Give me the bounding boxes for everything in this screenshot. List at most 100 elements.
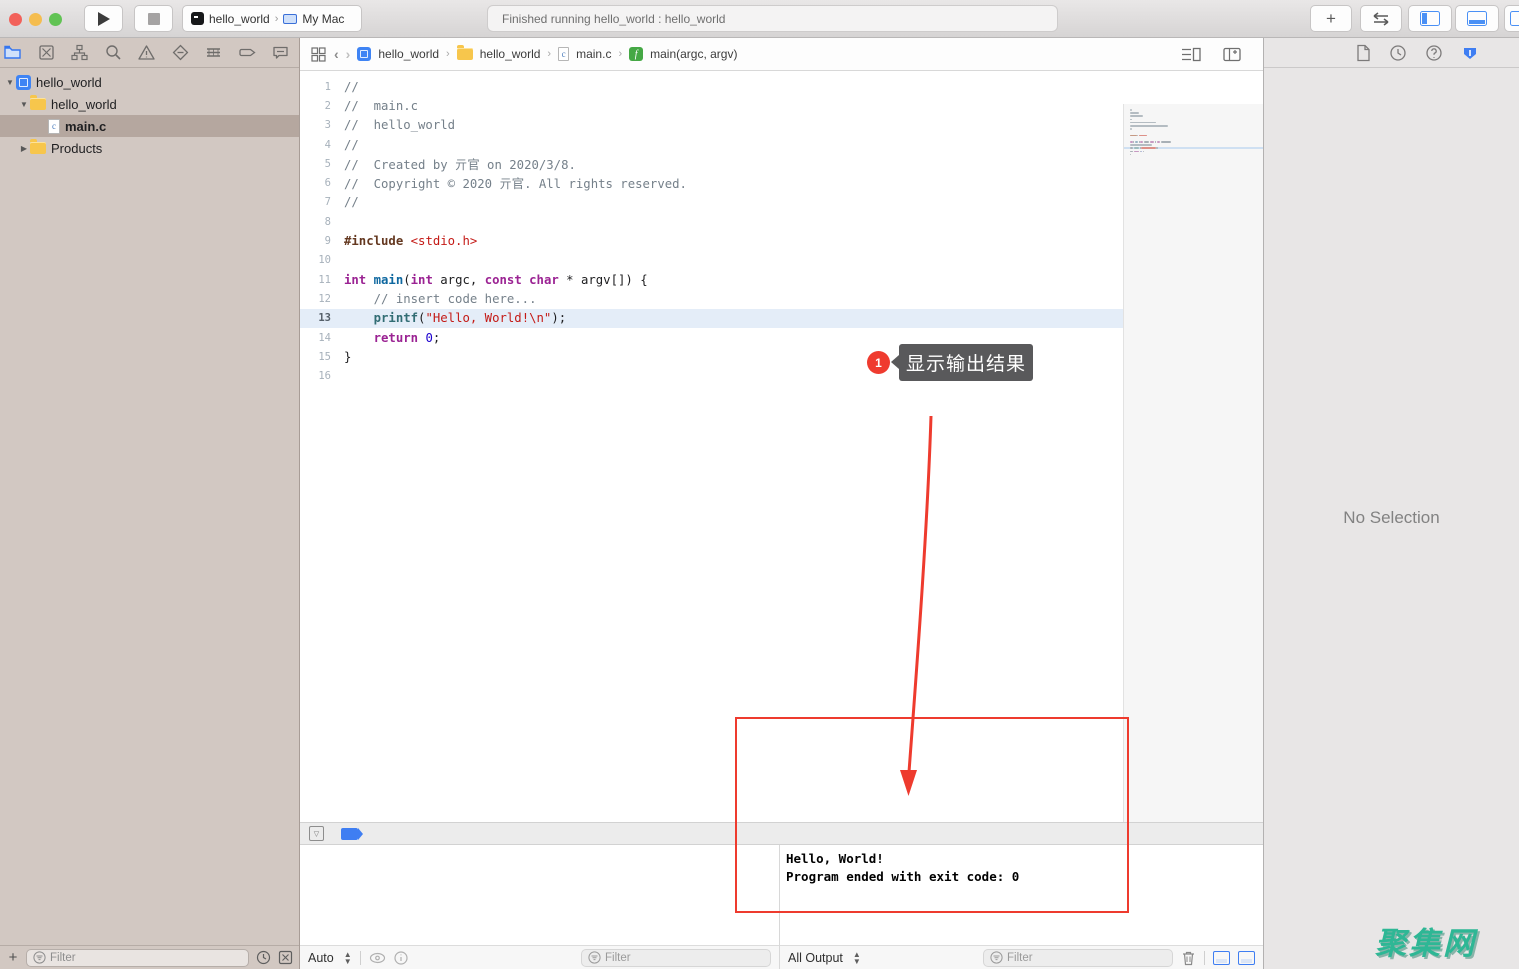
plus-icon: + <box>1326 9 1336 29</box>
recent-files-filter-button[interactable] <box>255 950 271 966</box>
stop-icon <box>148 13 160 25</box>
watermark: 聚集网 <box>1375 918 1477 963</box>
dropdown-arrows-icon: ▲▼ <box>344 951 352 965</box>
status-text: Finished running hello_world : hello_wor… <box>502 12 725 26</box>
go-back-button[interactable]: ‹ <box>334 46 339 62</box>
selected-inspector-tab[interactable] <box>1461 44 1479 62</box>
toggle-debug-area-button[interactable] <box>1455 5 1499 32</box>
hierarchy-icon <box>70 43 89 62</box>
line-number[interactable]: 2 <box>300 100 344 112</box>
symbol-navigator-tab[interactable] <box>70 43 89 62</box>
related-items-icon[interactable] <box>310 46 327 63</box>
history-inspector-tab[interactable] <box>1389 44 1407 62</box>
debug-navigator-tab[interactable] <box>204 43 223 62</box>
line-number[interactable]: 16 <box>300 370 344 382</box>
file-inspector-tab[interactable] <box>1356 44 1371 62</box>
line-number[interactable]: 7 <box>300 196 344 208</box>
console-view[interactable]: Hello, World!Program ended with exit cod… <box>780 845 1263 969</box>
line-number[interactable]: 13 <box>300 312 344 324</box>
navigator-filter-bar: + Filter <box>0 945 299 969</box>
variables-scope-dropdown[interactable]: Auto <box>308 951 334 965</box>
folder-icon <box>457 48 473 60</box>
breadcrumb-symbol[interactable]: main(argc, argv) <box>650 47 737 61</box>
add-editor-icon[interactable] <box>1223 47 1241 62</box>
code-line: 2// main.c <box>300 96 1263 115</box>
line-number[interactable]: 8 <box>300 216 344 228</box>
trash-icon[interactable] <box>1181 950 1196 966</box>
console-output: Hello, World!Program ended with exit cod… <box>786 850 1019 885</box>
breadcrumb-file[interactable]: main.c <box>576 47 611 61</box>
project-icon <box>357 47 371 61</box>
toggle-variables-view-button[interactable] <box>1213 951 1230 965</box>
breakpoint-navigator-tab[interactable] <box>238 43 257 62</box>
folder-icon <box>30 98 46 110</box>
breadcrumb-project[interactable]: hello_world <box>378 47 439 61</box>
minimap[interactable] <box>1123 104 1263 822</box>
tree-row-products[interactable]: ▶ Products <box>0 137 299 159</box>
run-button[interactable] <box>84 5 123 32</box>
line-number[interactable]: 15 <box>300 351 344 363</box>
toggle-console-view-button[interactable] <box>1238 951 1255 965</box>
find-navigator-tab[interactable] <box>104 43 123 62</box>
info-icon[interactable] <box>394 951 408 965</box>
line-number[interactable]: 1 <box>300 81 344 93</box>
diamond-icon <box>171 43 190 62</box>
source-control-filter-button[interactable] <box>277 950 293 966</box>
play-icon <box>98 12 110 26</box>
add-file-button[interactable]: + <box>6 949 20 966</box>
line-number[interactable]: 12 <box>300 293 344 305</box>
scheme-selector[interactable]: hello_world › My Mac <box>182 5 362 32</box>
stop-button[interactable] <box>134 5 173 32</box>
quick-help-inspector-tab[interactable] <box>1425 44 1443 62</box>
tree-row-file-selected[interactable]: c main.c <box>0 115 299 137</box>
breakpoints-toggle-button[interactable] <box>341 828 358 840</box>
toggle-navigator-button[interactable] <box>1408 5 1452 32</box>
source-control-navigator-tab[interactable] <box>37 43 56 62</box>
code-line: 13 printf("Hello, World!\n"); <box>300 309 1263 328</box>
editor-swap-button[interactable] <box>1360 5 1402 32</box>
line-number[interactable]: 6 <box>300 177 344 189</box>
navigator-filter-input[interactable]: Filter <box>26 949 249 967</box>
minimize-window-button[interactable] <box>29 13 42 26</box>
line-number[interactable]: 3 <box>300 119 344 131</box>
tree-row-group[interactable]: ▼ hello_world <box>0 93 299 115</box>
go-forward-button[interactable]: › <box>346 46 351 62</box>
library-add-button[interactable]: + <box>1310 5 1352 32</box>
project-navigator-tab[interactable] <box>3 43 22 62</box>
line-number[interactable]: 11 <box>300 274 344 286</box>
zoom-window-button[interactable] <box>49 13 62 26</box>
code-line: 12 // insert code here... <box>300 289 1263 308</box>
code-line: 4// <box>300 135 1263 154</box>
line-number[interactable]: 10 <box>300 254 344 266</box>
variables-view-bar: Auto ▲▼ Filter <box>300 945 779 969</box>
disclosure-open-icon[interactable]: ▼ <box>4 78 16 87</box>
breadcrumb-group[interactable]: hello_world <box>480 47 541 61</box>
line-number[interactable]: 5 <box>300 158 344 170</box>
chevron-down-icon: ▽ <box>314 830 319 838</box>
source-control-icon <box>37 43 56 62</box>
adjust-editor-options-icon[interactable] <box>1181 47 1201 62</box>
toggle-inspector-button[interactable] <box>1504 5 1519 32</box>
line-number[interactable]: 4 <box>300 139 344 151</box>
line-number[interactable]: 9 <box>300 235 344 247</box>
variables-filter-input[interactable]: Filter <box>581 949 771 967</box>
eye-icon[interactable] <box>369 952 386 964</box>
test-navigator-tab[interactable] <box>171 43 190 62</box>
window-toolbar: hello_world › My Mac Finished running he… <box>0 0 1519 38</box>
project-navigator-tree: ▼ hello_world ▼ hello_world c main.c ▶ P… <box>0 71 299 159</box>
hide-debug-area-button[interactable]: ▽ <box>309 826 324 841</box>
swap-arrows-icon <box>1370 12 1392 26</box>
search-icon <box>104 43 123 62</box>
line-number[interactable]: 14 <box>300 332 344 344</box>
tree-row-project[interactable]: ▼ hello_world <box>0 71 299 93</box>
console-filter-input[interactable]: Filter <box>983 949 1173 967</box>
scheme-target-label: My Mac <box>302 12 344 26</box>
disclosure-open-icon[interactable]: ▼ <box>18 100 30 109</box>
code-area[interactable]: 1//2// main.c3// hello_world4//5// Creat… <box>300 71 1263 822</box>
close-window-button[interactable] <box>9 13 22 26</box>
console-scope-dropdown[interactable]: All Output <box>788 951 843 965</box>
issue-navigator-tab[interactable] <box>137 43 156 62</box>
report-navigator-tab[interactable] <box>271 43 290 62</box>
disclosure-closed-icon[interactable]: ▶ <box>18 144 30 153</box>
chevron-right-icon: › <box>547 48 551 60</box>
